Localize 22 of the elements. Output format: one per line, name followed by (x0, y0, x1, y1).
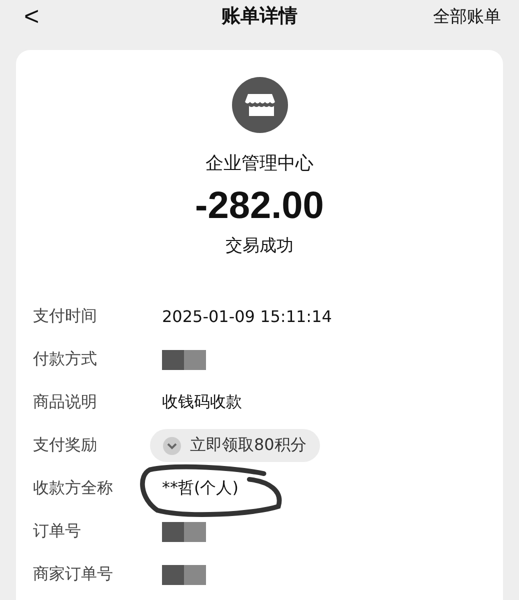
shop-icon (232, 77, 288, 133)
field-label: 收款方全称 (33, 478, 114, 499)
field-label: 商品说明 (33, 392, 98, 413)
redaction-block (162, 522, 206, 542)
field-value: 收钱码收款 (162, 392, 242, 413)
field-value: 2025-01-09 15:11:14 (162, 307, 332, 326)
field-label: 支付时间 (33, 306, 98, 327)
field-value: **哲(个人) (162, 478, 238, 499)
page-title: 账单详情 (220, 4, 298, 29)
transaction-status: 交易成功 (226, 235, 294, 257)
reward-button[interactable]: 立即领取80积分 (150, 429, 320, 462)
amount: -282.00 (195, 185, 324, 228)
field-label: 订单号 (33, 521, 82, 542)
field-label: 支付奖励 (33, 435, 98, 456)
field-label: 付款方式 (33, 349, 98, 370)
redaction-block (162, 350, 206, 370)
chevron-down-icon (162, 436, 182, 456)
all-bills-link[interactable]: 全部账单 (433, 4, 501, 28)
redaction-block (162, 564, 206, 584)
back-button[interactable]: < (24, 0, 40, 32)
merchant-name: 企业管理中心 (206, 152, 314, 175)
field-label: 商家订单号 (33, 564, 114, 585)
